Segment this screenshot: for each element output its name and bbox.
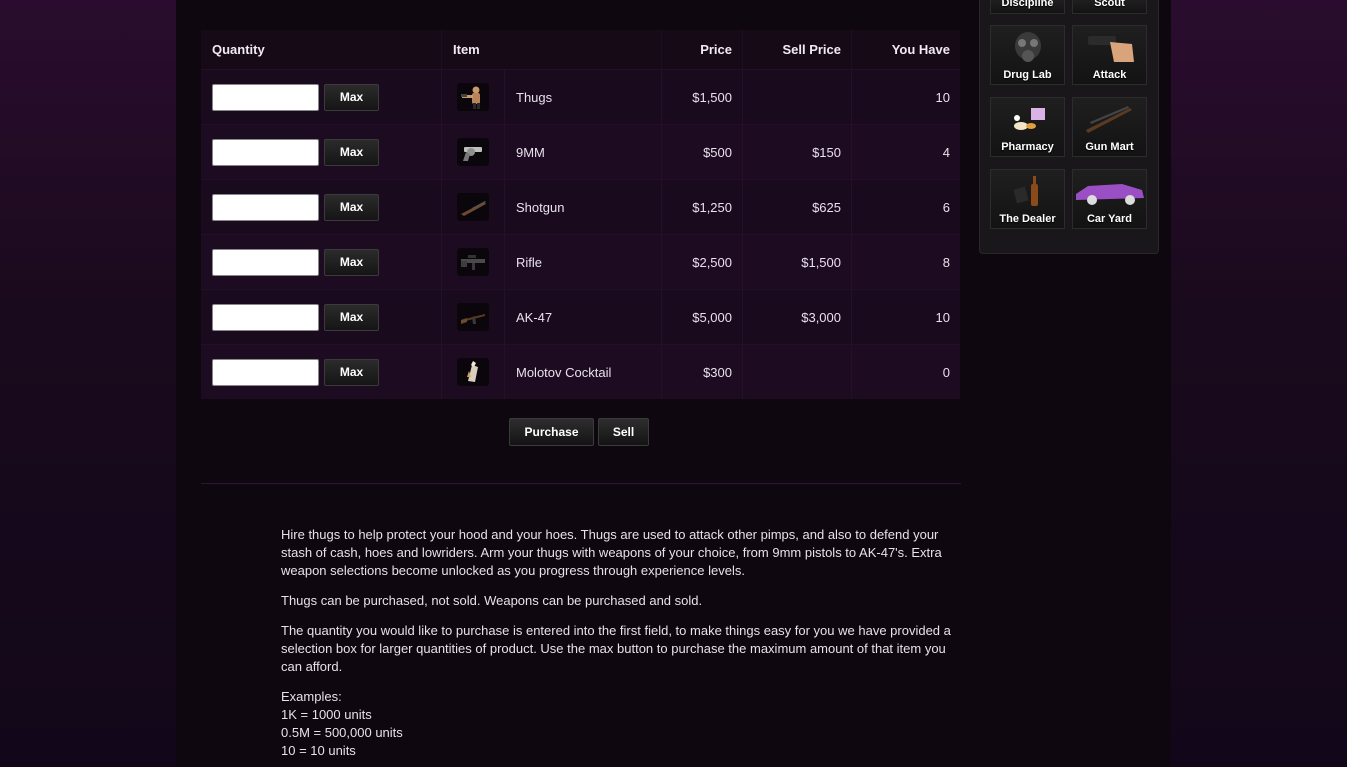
nav-drug-lab[interactable]: Drug Lab — [990, 25, 1065, 85]
item-owned: 10 — [935, 309, 950, 325]
table-row: Max Molotov Cocktail $300 0 — [201, 344, 960, 399]
max-button[interactable]: Max — [324, 83, 379, 111]
rifle-icon — [457, 248, 489, 276]
item-name: 9MM — [505, 125, 662, 179]
item-sell-price — [743, 70, 852, 124]
item-price: $300 — [662, 345, 743, 399]
item-sell-price: $625 — [743, 180, 852, 234]
lowrider-car-icon — [1073, 170, 1146, 214]
thug-icon — [457, 83, 489, 111]
item-owned: 6 — [942, 199, 950, 215]
item-price: $2,500 — [662, 235, 743, 289]
nav-discipline[interactable]: Discipline — [990, 0, 1065, 14]
help-paragraph: Hire thugs to help protect your hood and… — [281, 527, 942, 578]
molotov-icon — [457, 358, 489, 386]
header-sell-price: Sell Price — [743, 30, 852, 69]
nav-pharmacy[interactable]: Pharmacy — [990, 97, 1065, 157]
nav-car-yard[interactable]: Car Yard — [1072, 169, 1147, 229]
header-price: Price — [662, 30, 743, 69]
item-name: Rifle — [505, 235, 662, 289]
nav-gun-mart[interactable]: Gun Mart — [1072, 97, 1147, 157]
nav-label: Drug Lab — [1003, 69, 1052, 81]
item-name: Thugs — [505, 70, 662, 124]
quantity-input[interactable] — [212, 358, 319, 386]
item-name: Molotov Cocktail — [505, 345, 662, 399]
table-row: Max 9MM $500 $150 4 — [201, 124, 960, 179]
gas-mask-icon — [991, 26, 1064, 70]
examples: Examples: 1K = 1000 units 0.5M = 500,000… — [281, 688, 951, 760]
help-paragraph: The quantity you would like to purchase … — [281, 623, 951, 674]
example-line: 0.5M = 500,000 units — [281, 725, 403, 740]
shotgun-icon — [457, 193, 489, 221]
pills-icon — [991, 98, 1064, 142]
side-nav-panel: Discipline Scout Drug Lab Attack Pharmac… — [979, 0, 1159, 254]
item-sell-price — [743, 345, 852, 399]
quantity-input[interactable] — [212, 248, 319, 276]
example-line: 10 = 10 units — [281, 743, 356, 758]
item-price: $5,000 — [662, 290, 743, 344]
quantity-input[interactable] — [212, 193, 319, 221]
quantity-input[interactable] — [212, 303, 319, 331]
purchase-button[interactable]: Purchase — [509, 418, 594, 446]
item-price: $1,500 — [662, 70, 743, 124]
help-paragraph: Thugs can be purchased, not sold. Weapon… — [281, 593, 703, 608]
item-owned: 10 — [935, 89, 950, 105]
item-owned: 0 — [942, 364, 950, 380]
ak47-icon — [457, 303, 489, 331]
header-quantity: Quantity — [201, 30, 442, 69]
item-owned: 8 — [942, 254, 950, 270]
examples-title: Examples: — [281, 689, 342, 704]
max-button[interactable]: Max — [324, 193, 379, 221]
sell-button[interactable]: Sell — [598, 418, 649, 446]
item-sell-price: $1,500 — [743, 235, 852, 289]
max-button[interactable]: Max — [324, 358, 379, 386]
max-button[interactable]: Max — [324, 248, 379, 276]
nav-label: Discipline — [1001, 0, 1054, 9]
table-row: Max AK-47 $5,000 $3,000 10 — [201, 289, 960, 344]
nav-label: Car Yard — [1086, 213, 1133, 225]
divider — [201, 483, 961, 484]
example-line: 1K = 1000 units — [281, 707, 372, 722]
table-row: Max Shotgun $1,250 $625 6 — [201, 179, 960, 234]
pistol-hand-icon — [1073, 26, 1146, 70]
item-owned: 4 — [942, 144, 950, 160]
nav-label: The Dealer — [999, 213, 1056, 225]
item-price: $1,250 — [662, 180, 743, 234]
nav-label: Scout — [1094, 0, 1125, 9]
max-button[interactable]: Max — [324, 303, 379, 331]
item-name: Shotgun — [505, 180, 662, 234]
nav-label: Pharmacy — [1001, 141, 1054, 153]
table-header: Quantity Item Price Sell Price You Have — [201, 30, 960, 69]
header-you-have: You Have — [891, 42, 950, 57]
nav-label: Attack — [1092, 69, 1127, 81]
nav-label: Gun Mart — [1085, 141, 1134, 153]
item-sell-price: $150 — [743, 125, 852, 179]
header-item: Item — [442, 30, 662, 69]
table-row: Max Rifle $2,500 $1,500 8 — [201, 234, 960, 289]
shop-table: Quantity Item Price Sell Price You Have … — [201, 30, 960, 399]
help-text: Hire thugs to help protect your hood and… — [281, 526, 951, 760]
quantity-input[interactable] — [212, 138, 319, 166]
item-sell-price: $3,000 — [743, 290, 852, 344]
revolver-icon — [457, 138, 489, 166]
guns-icon — [1073, 98, 1146, 142]
nav-the-dealer[interactable]: The Dealer — [990, 169, 1065, 229]
action-buttons: Purchase Sell — [509, 418, 649, 446]
nav-attack[interactable]: Attack — [1072, 25, 1147, 85]
table-row: Max Thugs $1,500 10 — [201, 69, 960, 124]
item-name: AK-47 — [505, 290, 662, 344]
quantity-input[interactable] — [212, 83, 319, 111]
max-button[interactable]: Max — [324, 138, 379, 166]
bottle-icon — [991, 170, 1064, 214]
nav-scout[interactable]: Scout — [1072, 0, 1147, 14]
item-price: $500 — [662, 125, 743, 179]
